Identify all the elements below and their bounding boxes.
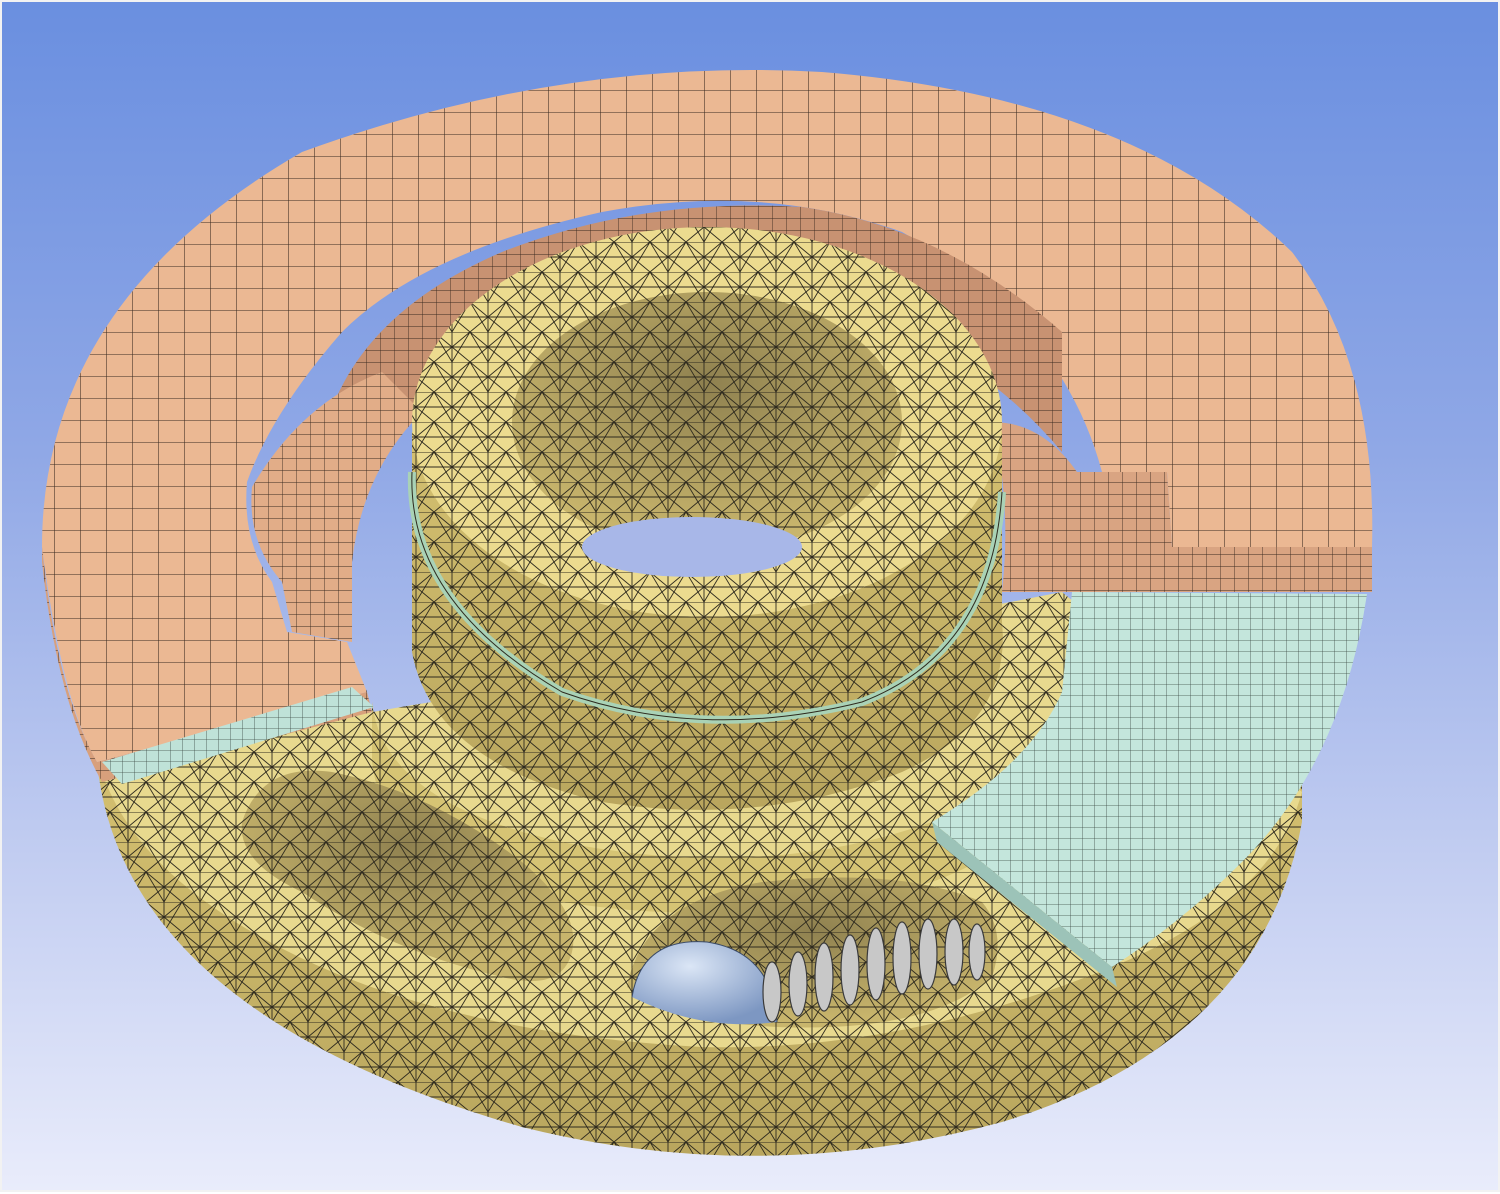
- mesh-model-scene[interactable]: [2, 2, 1500, 1194]
- graphics-viewport[interactable]: [0, 0, 1500, 1192]
